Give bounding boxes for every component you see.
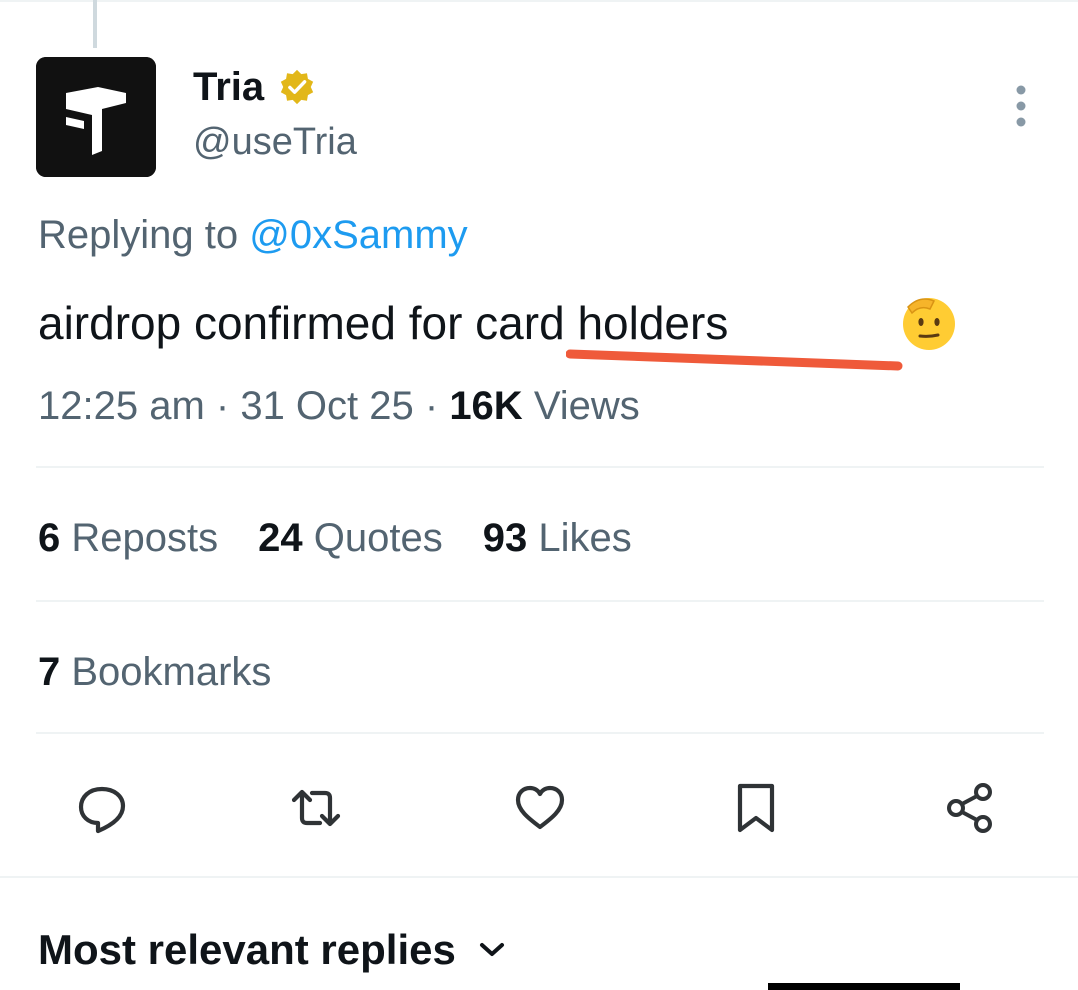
views-label: Views (533, 384, 640, 428)
more-options-icon[interactable] (1004, 82, 1038, 130)
chevron-down-icon (479, 943, 504, 956)
tweet-meta: 12:25 am · 31 Oct 25 · 16K Views (38, 384, 640, 428)
author-name-text: Tria (193, 65, 265, 109)
bookmarks-label: Bookmarks (71, 650, 272, 694)
replying-to-prefix: Replying to (38, 213, 239, 257)
saluting-face-emoji-icon (903, 298, 955, 350)
section-divider (0, 876, 1078, 878)
share-icon[interactable] (942, 780, 998, 836)
avatar[interactable] (36, 57, 156, 177)
engagement-stats: 6 Reposts 24 Quotes 93 Likes (38, 512, 632, 564)
reposts-label: Reposts (71, 516, 219, 560)
like-icon[interactable] (512, 780, 568, 836)
divider (36, 600, 1044, 602)
verified-badge-icon (281, 69, 314, 105)
tria-logo-icon (36, 57, 156, 177)
thread-connector-line (93, 0, 97, 48)
likes-label: Likes (538, 516, 632, 560)
quotes-stat[interactable]: 24 Quotes (258, 512, 443, 564)
quotes-label: Quotes (313, 516, 443, 560)
bookmarks-stat[interactable]: 7 Bookmarks (38, 646, 271, 698)
likes-stat[interactable]: 93 Likes (483, 512, 632, 564)
reply-icon[interactable] (74, 780, 130, 836)
replies-sort-dropdown[interactable]: Most relevant replies (38, 922, 506, 978)
repost-icon[interactable] (288, 780, 344, 836)
reposts-count: 6 (38, 516, 61, 560)
likes-count: 93 (482, 516, 528, 560)
quotes-count: 24 (258, 516, 303, 560)
reposts-stat[interactable]: 6 Reposts (38, 512, 218, 564)
tweet-date: 31 Oct 25 (240, 384, 414, 428)
bookmark-icon[interactable] (728, 780, 784, 836)
tweet-time: 12:25 am (38, 384, 205, 428)
replies-heading-text: Most relevant replies (38, 926, 456, 973)
partial-bottom-bar (768, 983, 960, 990)
divider (36, 466, 1044, 468)
views-count: 16K (449, 384, 523, 428)
author-display-name[interactable]: Tria (193, 62, 316, 112)
top-border (0, 0, 1078, 2)
tweet-text: airdrop confirmed for card holders (38, 297, 729, 349)
divider (36, 732, 1044, 734)
author-handle[interactable]: @useTria (193, 118, 357, 166)
red-underline-annotation (566, 349, 903, 371)
bookmarks-count: 7 (38, 650, 61, 694)
replying-to-line: Replying to @0xSammy (38, 210, 468, 260)
replying-to-mention[interactable]: @0xSammy (249, 213, 467, 257)
